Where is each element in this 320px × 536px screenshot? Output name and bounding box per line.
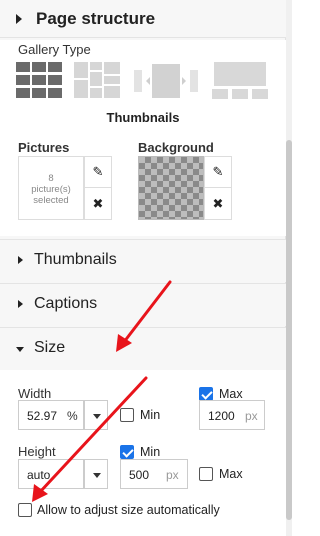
width-input[interactable]: 52.97 % <box>18 400 84 430</box>
pictures-count: 8 <box>48 173 54 184</box>
width-label: Width <box>18 386 52 401</box>
caret-right-icon <box>18 300 23 308</box>
pencil-icon: ✎ <box>212 164 224 179</box>
scrollbar[interactable] <box>286 0 292 536</box>
section-size-label: Size <box>34 339 66 356</box>
slider-gallery-icon[interactable] <box>134 62 198 100</box>
background-actions: ✎ ✖ <box>204 156 232 220</box>
height-max-label: Max <box>219 467 243 481</box>
masonry-gallery-icon[interactable] <box>74 62 122 100</box>
slideshow-gallery-icon[interactable] <box>212 62 268 100</box>
height-input[interactable]: auto <box>18 459 84 489</box>
width-max-label: Max <box>219 387 243 401</box>
height-unit-dropdown[interactable] <box>84 459 108 489</box>
remove-background-button[interactable]: ✖ <box>205 188 231 219</box>
pictures-preview[interactable]: 8 picture(s) selected <box>18 156 84 220</box>
height-label: Height <box>18 444 56 459</box>
grid-gallery-icon[interactable] <box>16 62 64 100</box>
pencil-icon: ✎ <box>92 164 104 179</box>
background-preview[interactable] <box>138 156 204 220</box>
caret-right-icon <box>18 256 23 264</box>
gallery-type-label: Gallery Type <box>18 42 91 57</box>
gallery-type-options <box>16 62 276 100</box>
remove-pictures-button[interactable]: ✖ <box>85 188 111 219</box>
close-icon: ✖ <box>212 195 224 211</box>
pictures-count-status: selected <box>33 195 69 206</box>
width-value: 52.97 <box>27 409 58 423</box>
height-min-checkbox[interactable] <box>120 445 134 459</box>
section-thumbnails[interactable]: Thumbnails <box>0 239 286 282</box>
height-max-checkbox[interactable] <box>199 467 213 481</box>
caret-right-icon <box>16 14 22 24</box>
pictures-actions: ✎ ✖ <box>84 156 112 220</box>
background-label: Background <box>138 140 214 155</box>
width-unit-dropdown[interactable] <box>84 400 108 430</box>
scrollbar-thumb[interactable] <box>286 140 292 520</box>
width-unit: % <box>67 409 78 423</box>
height-min-value: 500 <box>129 468 150 482</box>
section-size[interactable]: Size <box>0 327 286 370</box>
width-min-checkbox[interactable] <box>120 408 134 422</box>
width-min-label: Min <box>140 408 161 422</box>
page-structure-header[interactable]: Page structure <box>0 0 286 38</box>
section-captions-label: Captions <box>34 295 98 312</box>
height-min-label: Min <box>140 445 161 459</box>
chevron-down-icon <box>93 473 101 478</box>
width-max-value: 1200 <box>208 409 235 423</box>
settings-panel: Page structure Gallery Type Thumbnails P… <box>0 0 286 536</box>
width-max-checkbox[interactable] <box>199 387 213 401</box>
edit-pictures-button[interactable]: ✎ <box>85 157 111 188</box>
width-max-unit: px <box>245 409 258 423</box>
auto-adjust-label: Allow to adjust size automatically <box>37 503 220 517</box>
caret-down-icon <box>16 347 24 352</box>
selected-gallery-type: Thumbnails <box>106 110 180 125</box>
chevron-down-icon <box>93 414 101 419</box>
auto-adjust-checkbox[interactable] <box>18 503 32 517</box>
section-thumbnails-label: Thumbnails <box>34 251 117 268</box>
height-value: auto <box>27 468 51 482</box>
close-icon: ✖ <box>92 195 104 211</box>
section-captions[interactable]: Captions <box>0 283 286 326</box>
height-min-input[interactable]: 500 px <box>120 459 188 489</box>
height-min-unit: px <box>166 468 179 482</box>
page-title: Page structure <box>36 9 156 28</box>
edit-background-button[interactable]: ✎ <box>205 157 231 188</box>
width-max-input[interactable]: 1200 px <box>199 400 265 430</box>
pictures-count-unit: picture(s) <box>31 184 71 195</box>
pictures-label: Pictures <box>18 140 70 155</box>
